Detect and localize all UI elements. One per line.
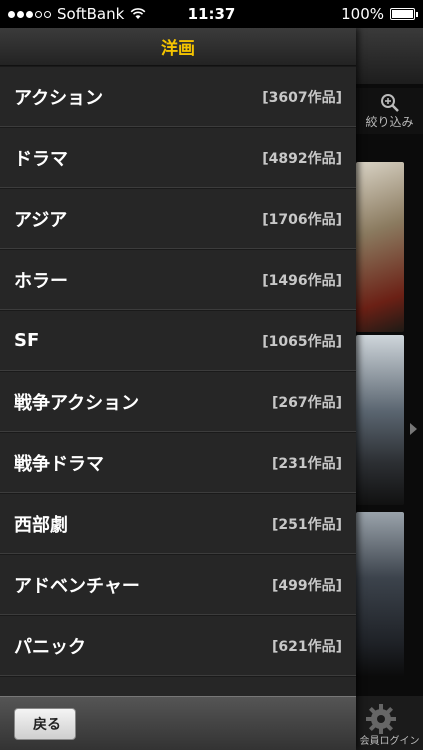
login-label[interactable]: 会員ログイン — [356, 732, 423, 747]
genre-list: アクション [3607作品] ドラマ [4892作品] アジア [1706作品] ホラー [1… — [0, 66, 356, 737]
zoom-in-icon — [380, 93, 399, 112]
genre-name: 戦争アクション — [14, 392, 140, 414]
signal-strength-icon — [8, 10, 51, 18]
genre-list-item[interactable]: 戦争アクション [267作品] — [0, 371, 356, 432]
genre-list-item[interactable]: SF [1065作品] — [0, 310, 356, 371]
genre-count: [1706作品] — [262, 211, 342, 228]
carrier-name: SoftBank — [57, 5, 125, 23]
genre-list-item[interactable]: アドベンチャー [499作品] — [0, 554, 356, 615]
filter-label: 絞り込み — [365, 114, 414, 129]
genre-count: [251作品] — [271, 516, 342, 533]
genre-count: [1065作品] — [262, 333, 342, 350]
genre-list-item[interactable]: ドラマ [4892作品] — [0, 127, 356, 188]
drawer-footer: 戻る — [0, 696, 356, 750]
genre-count: [3607作品] — [262, 89, 342, 106]
genre-list-item[interactable]: パニック [621作品] — [0, 615, 356, 676]
genre-count: [1496作品] — [262, 272, 342, 289]
genre-name: アドベンチャー — [14, 575, 140, 597]
genre-list-item[interactable]: 戦争ドラマ [231作品] — [0, 432, 356, 493]
genre-count: [621作品] — [271, 638, 342, 655]
genre-count: [499作品] — [271, 577, 342, 594]
genre-list-item[interactable]: アクション [3607作品] — [0, 66, 356, 127]
genre-count: [231作品] — [271, 455, 342, 472]
genre-drawer: 洋画 アクション [3607作品] ドラマ [4892作品] アジア [1706作品] ホラ… — [0, 28, 356, 750]
movie-poster[interactable] — [356, 335, 404, 505]
genre-name: SF — [14, 330, 40, 351]
filter-button[interactable]: 絞り込み — [356, 88, 423, 134]
back-label: 戻る — [33, 716, 61, 733]
gear-icon[interactable] — [364, 702, 398, 736]
movie-poster[interactable] — [356, 162, 404, 332]
back-button[interactable]: 戻る — [14, 707, 76, 740]
genre-name: 戦争ドラマ — [14, 453, 104, 475]
genre-name: アジア — [14, 209, 68, 231]
battery-percent: 100% — [341, 5, 384, 23]
status-bar: SoftBank 11:37 100% — [0, 0, 423, 28]
drawer-title: 洋画 — [161, 39, 195, 59]
wifi-icon — [130, 8, 146, 19]
genre-count: [267作品] — [271, 394, 342, 411]
drawer-header: 洋画 — [0, 28, 356, 66]
genre-list-item[interactable]: アジア [1706作品] — [0, 188, 356, 249]
status-right: 100% — [341, 5, 418, 23]
genre-count: [4892作品] — [262, 150, 342, 167]
genre-list-item[interactable]: ホラー [1496作品] — [0, 249, 356, 310]
chevron-right-icon[interactable] — [410, 423, 417, 435]
genre-name: ホラー — [14, 270, 68, 292]
genre-name: アクション — [14, 87, 104, 109]
status-left: SoftBank — [8, 5, 146, 23]
genre-name: パニック — [14, 636, 86, 658]
movie-poster[interactable] — [356, 512, 404, 677]
battery-fill — [392, 10, 413, 18]
genre-name: 西部劇 — [14, 514, 68, 536]
genre-name: ドラマ — [14, 148, 68, 170]
genre-list-item[interactable]: 西部劇 [251作品] — [0, 493, 356, 554]
battery-icon — [390, 8, 418, 20]
